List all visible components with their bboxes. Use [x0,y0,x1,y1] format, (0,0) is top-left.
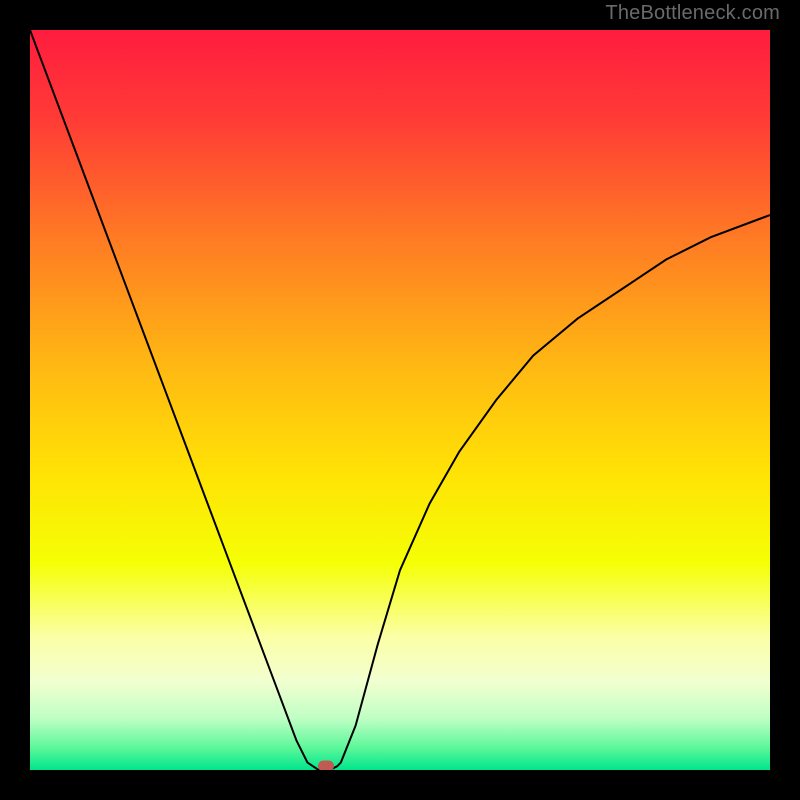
optimal-marker [318,761,334,770]
plot-area [30,30,770,770]
chart-frame: TheBottleneck.com [0,0,800,800]
bottleneck-curve [30,30,770,770]
watermark-text: TheBottleneck.com [605,2,780,25]
curve-layer [30,30,770,770]
